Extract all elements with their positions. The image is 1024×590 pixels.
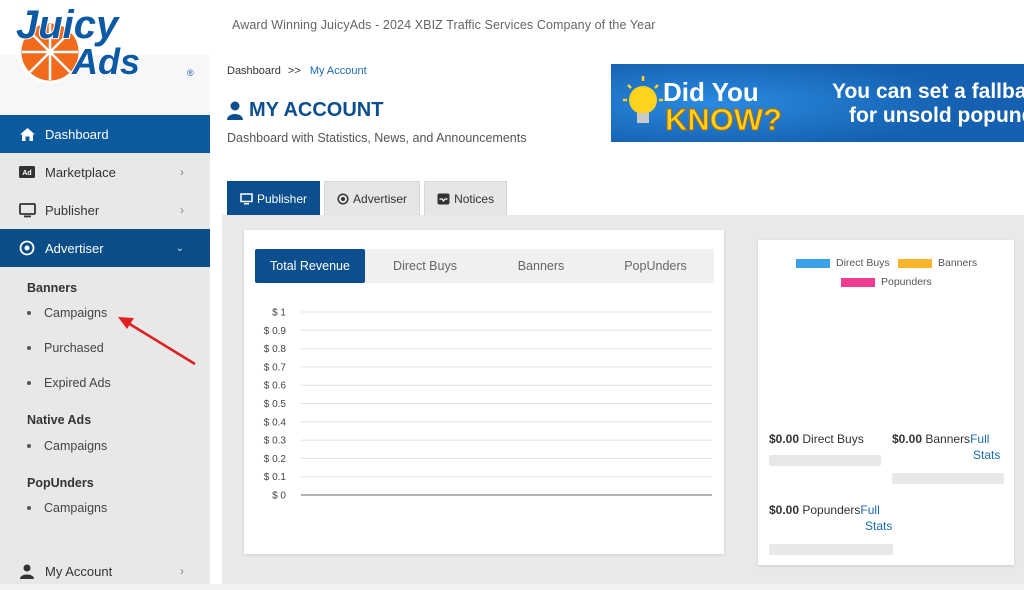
y-tick-label: $ 0.9 (264, 326, 287, 337)
juicyads-logo[interactable]: Juicy Ads ® (10, 2, 200, 90)
chevron-down-icon: ⌄ (175, 242, 184, 254)
sub-item-native-campaigns[interactable]: Campaigns (27, 439, 107, 453)
ad-icon: Ad (17, 166, 37, 178)
target-icon (337, 192, 349, 205)
sidebar-item-label: Marketplace (45, 164, 116, 180)
breadcrumb-separator: >> (287, 65, 301, 77)
skeleton-bar (769, 544, 893, 555)
sub-item-popunders-campaigns[interactable]: Campaigns (27, 501, 107, 515)
skeleton-bar (769, 455, 881, 466)
sidebar-item-marketplace[interactable]: Ad Marketplace › (0, 153, 210, 191)
svg-text:®: ® (187, 68, 194, 78)
monitor-icon (240, 192, 253, 205)
sidebar-item-label: Advertiser (45, 240, 104, 256)
breadcrumb-my-account[interactable]: My Account (310, 65, 367, 77)
user-icon (227, 101, 243, 120)
revenue-line-chart: $ 1 $ 0.9 $ 0.8 $ 0.7 $ 0.6 $ 0.5 $ 0.4 $ 0.3 $ … (264, 308, 712, 502)
revenue-chart-card: Total Revenue Direct Buys Banners PopUnd… (244, 230, 724, 554)
svg-text:KNOW?: KNOW? (665, 102, 782, 137)
sub-item-banners-expired[interactable]: Expired Ads (27, 376, 111, 390)
sidebar-item-publisher[interactable]: Publisher › (0, 191, 210, 229)
revenue-summary-card: Direct Buys Banners Popunders $0.00 Dire… (758, 240, 1014, 565)
banners-full-stats-link[interactable]: Full (970, 432, 989, 446)
section-title-banners: Banners (27, 281, 78, 295)
y-tick-label: $ 0.6 (264, 381, 287, 392)
skeleton-bar (892, 473, 1004, 484)
page-subtitle: Dashboard with Statistics, News, and Ann… (227, 131, 527, 145)
banners-full-stats-link-2[interactable]: Stats (973, 448, 1000, 462)
account-tabs: Publisher Advertiser Notices (227, 181, 511, 215)
sidebar-item-label: My Account (45, 563, 113, 579)
home-icon (17, 127, 37, 142)
chevron-right-icon: › (180, 564, 184, 578)
y-tick-label: $ 0.8 (264, 344, 287, 355)
promo-banner[interactable]: Did You KNOW? You can set a fallback for… (611, 64, 1024, 142)
user-icon (17, 564, 37, 579)
legend-popunders: Popunders (841, 276, 932, 288)
section-title-native-ads: Native Ads (27, 413, 92, 427)
sidebar-item-label: Publisher (45, 202, 100, 218)
legend-banners: Banners (898, 257, 977, 269)
y-tick-label: $ 0.2 (264, 454, 287, 465)
svg-text:Ads: Ads (71, 41, 140, 82)
stat-direct-buys: $0.00 Direct Buys (769, 432, 864, 446)
y-tick-label: $ 0.7 (264, 362, 287, 373)
stat-banners: $0.00 BannersFull (892, 432, 990, 446)
tab-advertiser[interactable]: Advertiser (324, 181, 421, 215)
sub-item-banners-purchased[interactable]: Purchased (27, 341, 104, 355)
y-tick-label: $ 0.1 (264, 472, 287, 483)
inbox-icon (437, 193, 450, 205)
sidebar-item-my-account[interactable]: My Account › (0, 552, 210, 590)
monitor-icon (17, 202, 37, 218)
svg-text:You can set a fallback: You can set a fallback (832, 80, 1024, 103)
target-icon (17, 240, 37, 256)
sidebar-item-label: Dashboard (45, 126, 109, 142)
stat-popunders: $0.00 PopundersFull (769, 503, 880, 517)
tab-notices[interactable]: Notices (424, 181, 508, 215)
y-tick-label: $ 0.3 (264, 436, 287, 447)
tab-publisher[interactable]: Publisher (227, 181, 321, 215)
y-tick-label: $ 0.4 (264, 417, 287, 428)
tagline: Award Winning JuicyAds - 2024 XBIZ Traff… (232, 18, 656, 32)
chevron-right-icon: › (180, 165, 184, 179)
y-tick-label: $ 1 (272, 308, 286, 319)
sub-item-banners-campaigns[interactable]: Campaigns (27, 306, 107, 320)
chevron-right-icon: › (180, 203, 184, 217)
svg-text:for unsold popunder: for unsold popunder (849, 104, 1024, 127)
popunders-full-stats-link-2[interactable]: Stats (865, 519, 892, 533)
breadcrumb: Dashboard >> My Account (227, 65, 367, 77)
y-tick-label: $ 0 (272, 491, 286, 502)
page-title: MY ACCOUNT (227, 99, 383, 122)
main-content: Dashboard >> My Account MY ACCOUNT Dashb… (210, 55, 1024, 584)
popunders-full-stats-link[interactable]: Full (860, 503, 879, 517)
legend-direct-buys: Direct Buys (796, 257, 890, 269)
svg-text:Ad: Ad (22, 170, 31, 177)
sidebar-item-dashboard[interactable]: Dashboard (0, 115, 210, 153)
breadcrumb-dashboard[interactable]: Dashboard (227, 65, 281, 77)
section-title-popunders: PopUnders (27, 476, 94, 490)
sidebar: Dashboard Ad Marketplace › Publisher › A… (0, 55, 210, 584)
y-tick-label: $ 0.5 (264, 399, 287, 410)
sidebar-item-advertiser[interactable]: Advertiser ⌄ (0, 229, 210, 267)
